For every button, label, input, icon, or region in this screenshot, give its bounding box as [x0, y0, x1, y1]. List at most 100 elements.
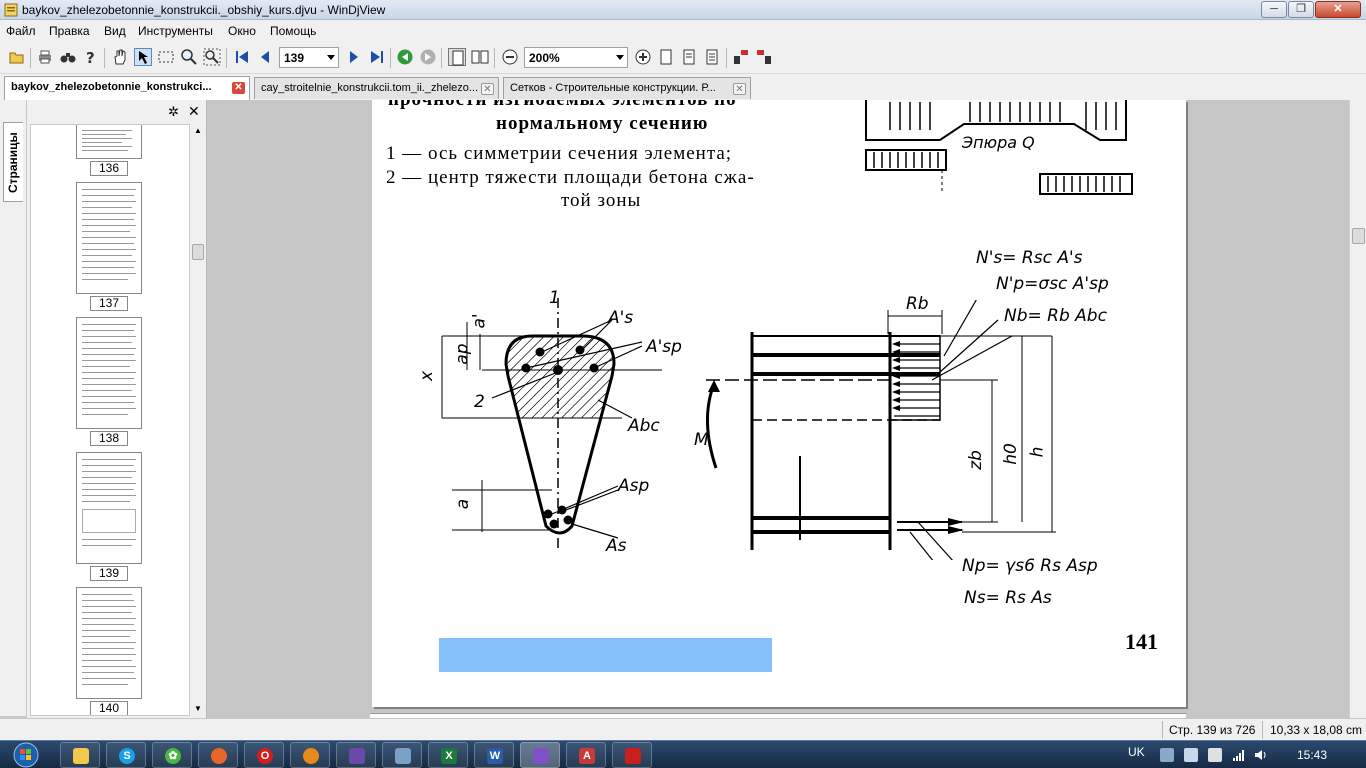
menu-help[interactable]: Помощь — [270, 24, 316, 38]
menu-bar: Файл Правка Вид Инструменты Окно Помощь — [0, 20, 1366, 42]
actual-size-icon[interactable] — [703, 48, 721, 66]
scroll-down-icon[interactable]: ▼ — [194, 704, 202, 713]
thumbnail-page[interactable] — [76, 182, 142, 294]
single-page-icon[interactable] — [448, 48, 466, 66]
thumbnail-page[interactable] — [76, 452, 142, 564]
thumbnail-scrollbar[interactable]: ▲ ▼ — [191, 124, 205, 716]
zoom-icon[interactable] — [180, 48, 198, 66]
forward-icon[interactable] — [419, 48, 437, 66]
tray-icon[interactable] — [1184, 748, 1198, 762]
menu-tools[interactable]: Инструменты — [138, 24, 213, 38]
close-icon[interactable]: ✕ — [481, 83, 494, 95]
tab-label: baykov_zhelezobetonnie_konstrukci... — [11, 81, 212, 93]
zoom-out-icon[interactable] — [501, 48, 519, 66]
last-page-icon[interactable] — [368, 48, 386, 66]
close-icon[interactable]: ✕ — [733, 83, 746, 95]
help-icon[interactable]: ? — [82, 48, 100, 67]
gear-icon[interactable]: ✲ — [168, 104, 179, 120]
abbyy-taskbar-button[interactable]: A — [566, 742, 606, 768]
tab-pages[interactable]: Страницы — [3, 122, 23, 202]
opera-taskbar-button[interactable]: O — [244, 742, 284, 768]
first-page-icon[interactable] — [233, 48, 251, 66]
app-icon — [4, 3, 18, 17]
thumbnail-page[interactable] — [76, 125, 142, 159]
tray-icon[interactable] — [1160, 748, 1174, 762]
menu-edit[interactable]: Правка — [49, 24, 90, 38]
close-icon[interactable]: ✕ — [232, 82, 245, 94]
toolbar: ? 139 200% — [0, 42, 1366, 74]
print-icon[interactable] — [36, 48, 54, 66]
h0-label: h0 — [1000, 443, 1021, 465]
a-prime-label: a' — [469, 313, 490, 329]
start-button[interactable] — [6, 741, 46, 768]
winrar-taskbar-button[interactable] — [336, 742, 376, 768]
thumbnail-page[interactable] — [76, 587, 142, 699]
firefox-icon — [211, 748, 227, 764]
thumbnail-list: 136 137 138 139 140 — [30, 124, 190, 716]
back-icon[interactable] — [396, 48, 414, 66]
avast-icon — [303, 748, 319, 764]
tab-baykov[interactable]: baykov_zhelezobetonnie_konstrukci... ✕ — [4, 76, 250, 100]
excel-taskbar-button[interactable]: X — [428, 742, 468, 768]
firefox-taskbar-button[interactable] — [198, 742, 238, 768]
menu-window[interactable]: Окно — [228, 24, 256, 38]
explorer-taskbar-button[interactable] — [60, 742, 100, 768]
document-tab-bar: baykov_zhelezobetonnie_konstrukci... ✕ c… — [0, 74, 1366, 100]
zoom-combo[interactable]: 200% — [524, 47, 628, 68]
text-selection-highlight — [439, 638, 772, 672]
tab-setkov[interactable]: Сетков - Строительные конструкции. Р... … — [503, 77, 751, 99]
avast-taskbar-button[interactable] — [290, 742, 330, 768]
chevron-down-icon — [327, 55, 335, 60]
find-icon[interactable] — [59, 48, 77, 66]
fit-width-icon[interactable] — [680, 48, 698, 66]
document-view[interactable]: прочности изгибаемых элементов по нормал… — [208, 100, 1349, 718]
page-number-combo[interactable]: 139 — [279, 47, 339, 68]
close-icon[interactable]: ✕ — [188, 103, 200, 120]
scroll-up-icon[interactable]: ▲ — [194, 126, 202, 135]
scroll-thumb[interactable] — [192, 244, 204, 260]
word-icon: W — [487, 748, 503, 764]
select-tool-icon[interactable] — [134, 48, 152, 66]
zoom-rect-icon[interactable] — [203, 48, 221, 66]
network-signal-icon[interactable] — [1232, 748, 1246, 762]
page-number: 141 — [1125, 629, 1158, 654]
flag-icon[interactable] — [1208, 748, 1222, 762]
menu-file[interactable]: Файл — [6, 24, 36, 38]
axis-label: 1 — [549, 288, 560, 308]
tab-label: Сетков - Строительные конструкции. Р... — [510, 82, 716, 94]
volume-icon[interactable] — [1254, 748, 1268, 762]
fit-page-icon[interactable] — [657, 48, 675, 66]
utorrent-taskbar-button[interactable]: ✿ — [152, 742, 192, 768]
minimize-button[interactable]: ─ — [1261, 1, 1287, 18]
zoom-in-icon[interactable] — [634, 48, 652, 66]
scroll-thumb[interactable] — [1352, 228, 1365, 244]
next-page-icon[interactable] — [345, 48, 363, 66]
two-pages-icon[interactable] — [471, 48, 489, 66]
remote-taskbar-button[interactable] — [382, 742, 422, 768]
prev-page-icon[interactable] — [256, 48, 274, 66]
rect-select-icon[interactable] — [157, 48, 175, 66]
excel-icon: X — [441, 748, 457, 764]
word-taskbar-button[interactable]: W — [474, 742, 514, 768]
thumbnail-page[interactable] — [76, 317, 142, 429]
taskbar: S ✿ O X W A UK 15:43 — [0, 740, 1366, 768]
maximize-button[interactable]: ❐ — [1288, 1, 1314, 18]
skype-taskbar-button[interactable]: S — [106, 742, 146, 768]
np-label: Np= γs6 Rs Asp — [962, 556, 1098, 576]
clock[interactable]: 15:43 — [1297, 748, 1327, 762]
acrobat-taskbar-button[interactable] — [612, 742, 652, 768]
hand-tool-icon[interactable] — [111, 48, 129, 66]
rotate-left-icon[interactable] — [732, 48, 750, 66]
tab-cay[interactable]: cay_stroitelnie_konstrukcii.tom_ii._zhel… — [254, 77, 499, 99]
thumbnail-panel: ✲ ✕ 136 137 138 139 140 ▲ ▼ — [27, 100, 207, 718]
page-status: Стр. 139 из 726 — [1169, 723, 1256, 737]
ns-prime-label: N's= Rsc A's — [976, 248, 1083, 268]
main-scrollbar[interactable] — [1349, 100, 1366, 718]
windjview-taskbar-button[interactable] — [520, 742, 560, 768]
open-icon[interactable] — [8, 48, 26, 66]
as-label: As — [606, 536, 627, 556]
close-button[interactable]: ✕ — [1315, 1, 1361, 18]
rotate-right-icon[interactable] — [755, 48, 773, 66]
menu-view[interactable]: Вид — [104, 24, 126, 38]
language-indicator[interactable]: UK — [1128, 745, 1145, 759]
